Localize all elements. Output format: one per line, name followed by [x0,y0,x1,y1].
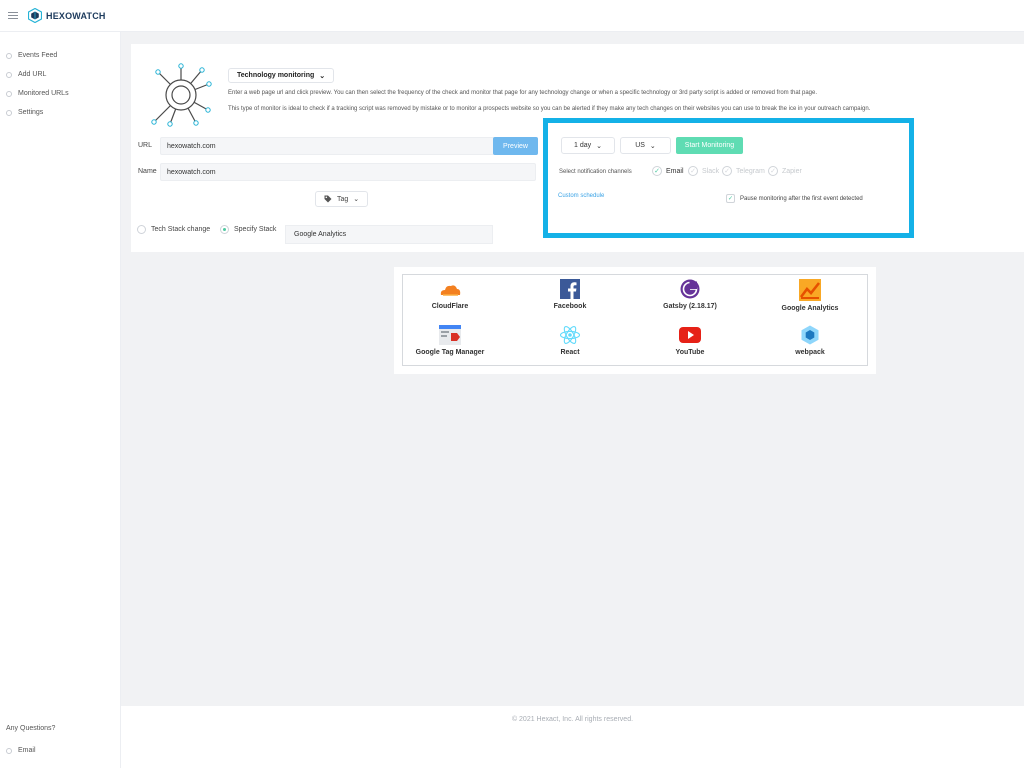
sidebar-item-label: Monitored URLs [18,90,69,97]
region-select[interactable]: US ⌄ [620,137,671,154]
chevron-down-icon: ⌄ [649,142,656,150]
sidebar-item-add-url[interactable]: Add URL [0,65,120,84]
top-bar: HEXOWATCH [0,0,1024,32]
youtube-icon [679,327,701,343]
check-icon: ✓ [722,166,732,176]
tech-item-youtube[interactable]: YouTube [635,325,745,356]
monitor-description-2: This type of monitor is ideal to check i… [228,106,871,112]
tech-item-cloudflare[interactable]: CloudFlare [395,279,505,310]
channel-slack-checkbox[interactable]: ✓ Slack [688,166,719,176]
logo[interactable]: HEXOWATCH [28,8,106,23]
channel-email-checkbox[interactable]: ✓ Email [652,166,684,176]
tech-item-google-tag-manager[interactable]: Google Tag Manager [395,325,505,356]
tech-item-gatsby[interactable]: Gatsby (2.18.17) [635,279,745,310]
monitor-type-select[interactable]: Technology monitoring ⌄ [228,68,335,83]
events-feed-icon [6,52,12,59]
sidebar-item-label: Events Feed [18,52,58,59]
monitored-urls-icon [6,90,12,97]
tech-item-react[interactable]: React [515,325,625,356]
radio-icon [137,225,146,234]
url-input-value: hexowatch.com [167,142,216,150]
name-input[interactable]: hexowatch.com [160,163,536,181]
tech-item-facebook[interactable]: Facebook [515,279,625,310]
tag-dropdown[interactable]: Tag ⌄ [315,191,369,207]
start-monitoring-button[interactable]: Start Monitoring [676,137,743,154]
tag-icon [324,195,332,203]
channel-label: Email [666,167,684,175]
url-input[interactable]: hexowatch.com [160,137,495,155]
channel-telegram-checkbox[interactable]: ✓ Telegram [722,166,765,176]
sidebar-item-label: Email [18,747,36,754]
check-icon: ✓ [688,166,698,176]
pause-monitoring-checkbox[interactable]: ✓ Pause monitoring after the first event… [726,194,863,203]
google-analytics-icon [799,279,821,301]
settings-icon [6,109,12,116]
app-name: HEXOWATCH [46,10,106,21]
notification-channels-label: Select notification channels [559,169,632,175]
monitor-type-label: Technology monitoring [237,72,315,79]
tech-item-webpack[interactable]: webpack [755,325,865,356]
check-icon: ✓ [768,166,778,176]
tech-label: CloudFlare [431,303,469,310]
channel-zapier-checkbox[interactable]: ✓ Zapier [768,166,802,176]
webpack-icon [801,325,819,345]
sidebar-item-label: Add URL [18,71,47,78]
name-input-value: hexowatch.com [167,168,216,176]
chevron-down-icon: ⌄ [353,196,360,203]
gatsby-icon [680,279,700,299]
radio-specify-stack[interactable]: Specify Stack [220,225,276,234]
facebook-icon [560,279,580,299]
footer: © 2021 Hexact, Inc. All rights reserved. [121,706,1024,768]
sidebar-item-events-feed[interactable]: Events Feed [0,46,120,65]
preview-button[interactable]: Preview [493,137,538,155]
sidebar: Events Feed Add URL Monitored URLs Setti… [0,32,121,768]
hexowatch-logo-icon [28,8,42,23]
channel-label: Telegram [736,167,765,175]
chevron-down-icon: ⌄ [596,142,602,150]
region-value: US [635,142,645,149]
radio-label: Tech Stack change [151,226,211,233]
google-tag-manager-icon [439,325,461,345]
monitor-description: Enter a web page url and click preview. … [228,90,818,96]
channel-label: Zapier [782,167,802,175]
pause-label: Pause monitoring after the first event d… [740,195,863,202]
tech-label: YouTube [675,349,705,356]
email-icon [6,747,12,754]
name-label: Name [138,168,157,175]
frequency-value: 1 day [574,142,592,149]
url-label: URL [138,142,153,149]
custom-schedule-link[interactable]: Custom schedule [558,193,604,199]
tech-label: Google Tag Manager [415,349,485,356]
sidebar-item-email[interactable]: Email [0,741,121,760]
tag-label: Tag [337,195,349,203]
technology-monitor-illustration-icon [151,63,212,127]
tech-label: Facebook [553,303,587,310]
tech-label: React [560,349,580,356]
sidebar-item-label: Settings [18,109,44,116]
sidebar-item-settings[interactable]: Settings [0,103,120,122]
chevron-down-icon: ⌄ [319,72,326,80]
channel-label: Slack [702,167,720,175]
copyright-text: © 2021 Hexact, Inc. All rights reserved. [511,716,634,723]
sidebar-item-monitored-urls[interactable]: Monitored URLs [0,84,120,103]
stack-input[interactable]: Google Analytics [285,225,493,244]
frequency-select[interactable]: 1 day ⌄ [561,137,615,154]
check-icon: ✓ [652,166,662,176]
tech-label: webpack [795,349,825,356]
stack-input-value: Google Analytics [294,231,347,238]
react-icon [559,326,581,344]
highlight-frame [543,118,914,238]
radio-tech-stack-change[interactable]: Tech Stack change [137,225,210,234]
questions-heading: Any Questions? [6,725,56,732]
tech-label: Google Analytics [781,305,839,312]
radio-label: Specify Stack [234,226,277,233]
tech-item-google-analytics[interactable]: Google Analytics [755,279,865,312]
check-icon: ✓ [726,194,735,203]
cloudflare-icon [440,285,461,296]
menu-icon[interactable] [8,12,18,19]
add-url-icon [6,71,12,78]
radio-selected-icon [220,225,229,234]
tech-label: Gatsby (2.18.17) [663,303,717,310]
